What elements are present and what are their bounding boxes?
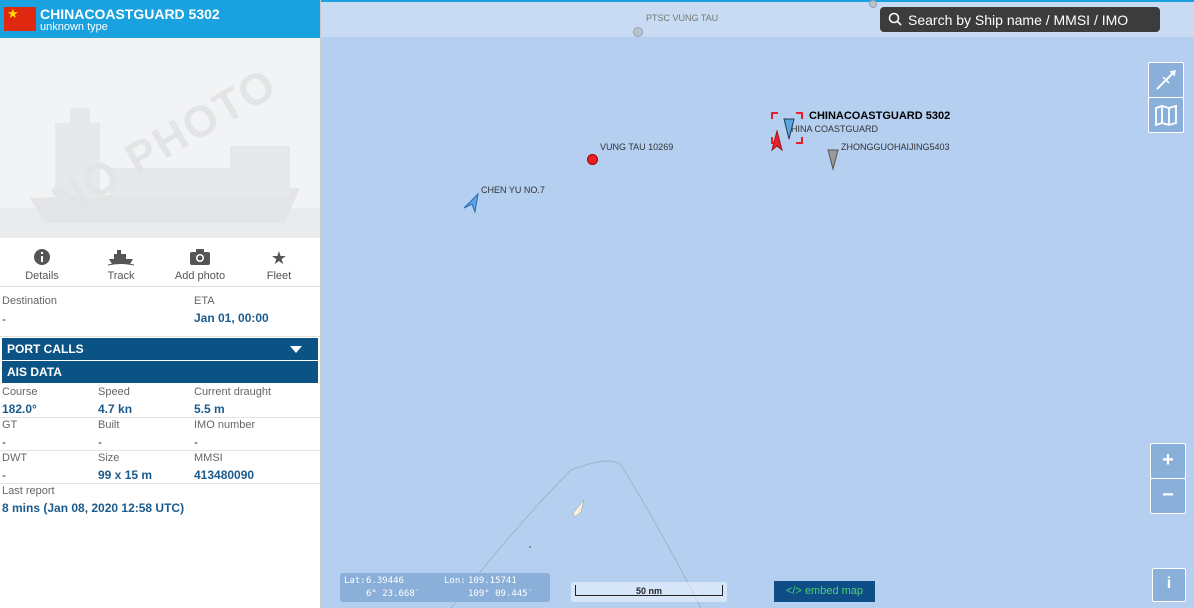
port-calls-header[interactable]: PORT CALLS xyxy=(2,338,318,360)
track-button[interactable]: Track xyxy=(81,240,161,286)
eta-value: Jan 01, 00:00 xyxy=(194,311,269,325)
course-label: Course xyxy=(2,386,38,398)
size-value: 99 x 15 m xyxy=(98,468,153,482)
destination-label: Destination xyxy=(2,295,58,307)
map-layers-button[interactable] xyxy=(1148,97,1184,133)
info-icon xyxy=(2,248,82,270)
info-button[interactable]: i xyxy=(1152,568,1186,602)
ais-row-3: DWT - Size 99 x 15 m MMSI 413480090 xyxy=(0,450,320,484)
lat-dms: 6° 23.668′ xyxy=(366,589,421,599)
last-report-label: Last report xyxy=(2,485,55,497)
search-input[interactable]: Search by Ship name / MMSI / IMO xyxy=(908,12,1128,28)
gt-value: - xyxy=(2,435,6,449)
lon-decimal: 109.15741 xyxy=(468,576,517,586)
add-photo-button[interactable]: Add photo xyxy=(160,240,240,286)
vessel-panel: ★ CHINACOASTGUARD 5302 unknown type NO P… xyxy=(0,0,321,608)
lon-dms: 109° 09.445′ xyxy=(468,589,534,599)
imo-label: IMO number xyxy=(194,419,256,431)
ship-search-box[interactable]: Search by Ship name / MMSI / IMO xyxy=(880,7,1160,32)
draught-label: Current draught xyxy=(194,386,272,398)
destination-value: - xyxy=(2,312,6,326)
map-canvas[interactable]: PTSC VUNG TAU VUNG TAU 10269 CHEN YU NO.… xyxy=(321,0,1194,608)
gt-label: GT xyxy=(2,419,18,431)
map-marker-top[interactable] xyxy=(869,0,877,8)
mmsi-label: MMSI xyxy=(194,452,223,464)
built-label: Built xyxy=(98,419,120,431)
ship-chenyu-icon[interactable] xyxy=(461,192,481,216)
ais-row-2: GT - Built - IMO number - xyxy=(0,417,320,451)
map-label-selected: CHINACOASTGUARD 5302 xyxy=(809,110,951,122)
size-label: Size xyxy=(98,452,120,464)
speed-label: Speed xyxy=(98,386,130,398)
camera-icon xyxy=(160,248,240,270)
map-icon xyxy=(1155,104,1177,127)
minus-icon: − xyxy=(1162,484,1174,506)
plus-icon: + xyxy=(1162,449,1174,471)
course-value: 182.0° xyxy=(2,402,37,416)
search-icon xyxy=(888,12,902,26)
china-flag-icon: ★ xyxy=(4,7,36,31)
map-label-chenyu: CHEN YU NO.7 xyxy=(481,185,545,195)
embed-map-button[interactable]: </> embed map xyxy=(774,581,875,602)
vessel-photo-placeholder: NO PHOTO xyxy=(0,38,320,238)
zoom-in-button[interactable]: + xyxy=(1150,443,1186,479)
eta-label: ETA xyxy=(194,295,215,307)
action-bar: Details Track Add photo ★ Fleet xyxy=(0,240,320,287)
measure-tool-button[interactable] xyxy=(1148,62,1184,98)
compass-icon xyxy=(1156,70,1176,90)
cursor-coordinates: Lat: 6.39446 6° 23.668′ Lon: 109.15741 1… xyxy=(340,573,550,602)
ship-track-icon xyxy=(81,248,161,270)
voyage-row: Destination - ETA Jan 01, 00:00 xyxy=(0,292,320,337)
dwt-value: - xyxy=(2,468,6,482)
last-report-row: Last report 8 mins (Jan 08, 2020 12:58 U… xyxy=(0,483,320,519)
ais-row-1: Course 182.0° Speed 4.7 kn Current draug… xyxy=(0,384,320,418)
vungtau-station-marker[interactable] xyxy=(587,154,598,165)
map-label-chinacg: HINA COASTGUARD xyxy=(791,124,879,134)
details-button[interactable]: Details xyxy=(2,240,82,286)
imo-value: - xyxy=(194,435,198,449)
speed-value: 4.7 kn xyxy=(98,402,133,416)
map-label-ptsc: PTSC VUNG TAU xyxy=(646,13,719,23)
vessel-name: CHINACOASTGUARD 5302 xyxy=(40,6,220,22)
chevron-down-icon xyxy=(290,346,302,353)
map-label-zhong: ZHONGGUOHAIJING5403 xyxy=(841,142,950,152)
ptsc-marker[interactable] xyxy=(633,27,643,37)
star-icon: ★ xyxy=(270,248,288,268)
lat-decimal: 6.39446 xyxy=(366,576,404,586)
scale-label: 50 nm xyxy=(635,586,662,596)
last-report-value: 8 mins (Jan 08, 2020 12:58 UTC) xyxy=(2,501,185,515)
vessel-header: ★ CHINACOASTGUARD 5302 unknown type xyxy=(0,0,320,38)
fleet-button[interactable]: ★ Fleet xyxy=(239,240,319,286)
dwt-label: DWT xyxy=(2,452,28,464)
scale-bar: 50 nm xyxy=(571,582,727,602)
built-value: - xyxy=(98,435,102,449)
ship-zhong-icon[interactable] xyxy=(825,148,841,172)
mmsi-value: 413480090 xyxy=(194,468,255,482)
map-features xyxy=(450,460,702,608)
map-label-vungtau: VUNG TAU 10269 xyxy=(600,142,674,152)
vessel-type: unknown type xyxy=(40,21,108,33)
draught-value: 5.5 m xyxy=(194,402,225,416)
zoom-out-button[interactable]: − xyxy=(1150,478,1186,514)
info-icon: i xyxy=(1166,575,1172,592)
ais-data-header[interactable]: AIS DATA xyxy=(2,361,318,383)
